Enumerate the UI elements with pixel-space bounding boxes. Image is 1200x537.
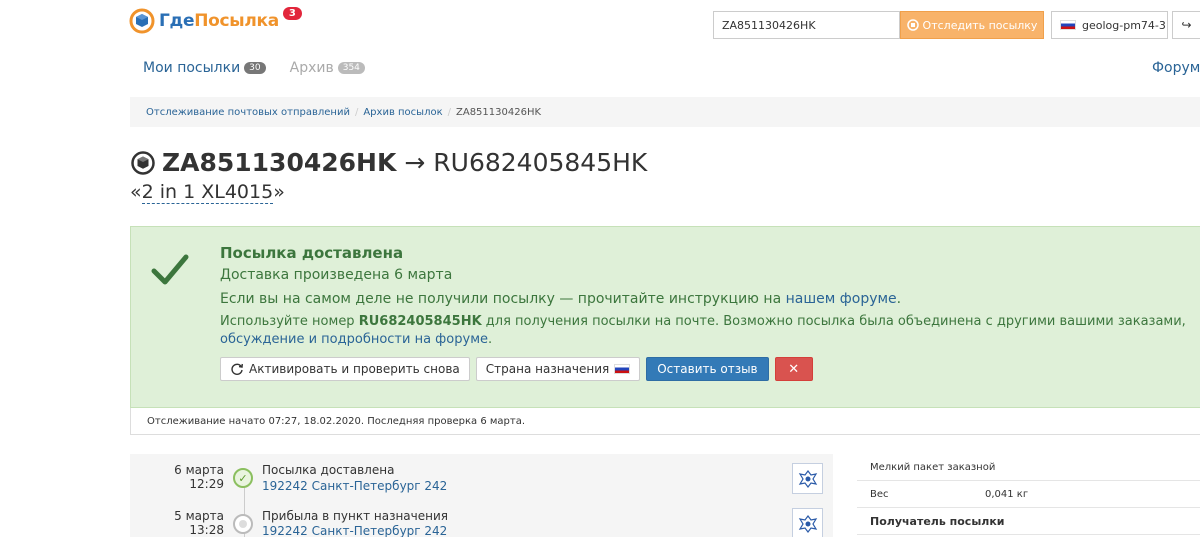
reactivate-label: Активировать и проверить снова — [249, 362, 460, 376]
user-menu-button[interactable]: geolog-pm74-3 — [1051, 11, 1168, 39]
breadcrumb-current: ZA851130426HK — [456, 106, 542, 118]
parcel-details: Мелкий пакет заказной Вес 0,041 кг Получ… — [857, 454, 1200, 535]
user-name: geolog-pm74-3 — [1082, 18, 1166, 32]
forum-instructions-link[interactable]: нашем форуме — [786, 291, 897, 307]
russian-post-logo-icon — [792, 508, 823, 537]
track-parcel-label: Отследить посылку — [922, 18, 1038, 32]
not-received-note: Если вы на самом деле не получили посылк… — [220, 287, 1195, 311]
parcel-weight: Вес 0,041 кг — [857, 481, 1200, 508]
pickup-text-prefix: Используйте номер — [220, 314, 355, 329]
my-parcels-count-badge: 30 — [244, 62, 266, 74]
refresh-icon — [231, 363, 243, 375]
forum-discussion-link[interactable]: обсуждение и подробности на форуме — [220, 332, 488, 347]
delivered-check-icon: ✓ — [233, 468, 253, 488]
breadcrumb-tracking[interactable]: Отслеживание почтовых отправлений — [146, 107, 350, 118]
event-title: Прибыла в пункт назначения — [262, 509, 448, 523]
destination-country-button[interactable]: Страна назначения — [475, 357, 641, 381]
quote-open: « — [130, 181, 142, 203]
tracking-number: ZA851130426HK — [162, 148, 397, 177]
destination-country-label: Страна назначения — [485, 362, 610, 376]
status-actions: Активировать и проверить снова Страна на… — [220, 357, 1195, 381]
nav-archive-label: Архив — [289, 60, 334, 76]
parcel-icon — [131, 150, 155, 175]
logout-button[interactable]: ↪ — [1172, 11, 1200, 39]
site-logo[interactable]: ГдеПосылка 3 — [129, 6, 302, 34]
breadcrumb: Отслеживание почтовых отправлений / Архи… — [130, 97, 1200, 127]
page-title: ZA851130426HK → RU682405845HK — [130, 148, 647, 177]
logo-text-part1: Где — [159, 11, 195, 31]
recipient-heading: Получатель посылки — [857, 508, 1200, 535]
tracking-events: 6 марта 12:29 ✓ Посылка доставлена 19224… — [130, 454, 833, 537]
nav-my-parcels-label: Мои посылки — [143, 60, 241, 76]
pending-dot-icon — [233, 514, 253, 534]
tracking-number-input[interactable] — [713, 11, 900, 39]
leave-review-button[interactable]: Оставить отзыв — [646, 357, 769, 381]
event-date: 6 марта 12:29 — [130, 463, 224, 491]
notification-badge[interactable]: 3 — [282, 6, 302, 20]
period: . — [488, 332, 493, 347]
list-item: 6 марта 12:29 ✓ Посылка доставлена 19224… — [130, 462, 833, 500]
parcel-icon — [906, 19, 919, 31]
logo-text-part2: Посылка — [194, 11, 279, 31]
delete-button[interactable]: ✕ — [774, 357, 813, 381]
breadcrumb-separator: / — [447, 106, 451, 118]
parcel-type: Мелкий пакет заказной — [857, 454, 1200, 481]
status-content: Посылка доставлена Доставка произведена … — [220, 243, 1195, 381]
archive-count-badge: 354 — [337, 62, 365, 74]
nav-my-parcels[interactable]: Мои посылки 30 — [143, 60, 266, 76]
delivered-date: Доставка произведена 6 марта — [220, 267, 453, 283]
weight-value: 0,041 кг — [985, 488, 1029, 500]
russia-flag-icon — [1060, 20, 1076, 30]
russian-post-logo-icon — [792, 463, 823, 494]
russia-flag-icon — [614, 364, 631, 374]
nav-forum-link[interactable]: Форум — [1152, 60, 1200, 76]
parcel-name-editable[interactable]: 2 in 1 XL4015 — [141, 181, 274, 204]
status-title: Посылка доставлена — [220, 244, 404, 262]
weight-label: Вес — [870, 488, 889, 500]
tracking-info: Отслеживание начато 07:27, 18.02.2020. П… — [130, 408, 1200, 435]
breadcrumb-archive[interactable]: Архив посылок — [363, 107, 442, 118]
event-time: 12:29 — [189, 477, 224, 491]
pickup-number: RU682405845HK — [358, 314, 482, 329]
logo-icon — [129, 8, 155, 34]
quote-close: » — [273, 181, 285, 203]
delivery-status-box: Посылка доставлена Доставка произведена … — [130, 226, 1200, 408]
event-place[interactable]: 192242 Санкт-Петербург 242 — [262, 524, 447, 537]
event-day: 5 марта — [174, 509, 224, 523]
event-day: 6 марта — [174, 463, 224, 477]
parcel-name: «2 in 1 XL4015» — [130, 181, 285, 204]
checkmark-icon — [151, 254, 189, 285]
logout-icon: ↪ — [1181, 18, 1192, 32]
event-place[interactable]: 192242 Санкт-Петербург 242 — [262, 479, 447, 494]
event-title: Посылка доставлена — [262, 463, 395, 477]
list-item: 5 марта 13:28 Прибыла в пункт назначения… — [130, 506, 833, 537]
logo-text: ГдеПосылка — [159, 11, 279, 31]
track-parcel-button[interactable]: Отследить посылку — [900, 11, 1044, 39]
main-nav: Мои посылки 30 Архив 354 — [143, 60, 389, 76]
period: . — [896, 291, 902, 307]
close-icon: ✕ — [788, 361, 800, 377]
pickup-note: Используйте номер RU682405845HK для полу… — [220, 313, 1195, 349]
event-date: 5 марта 13:28 — [130, 509, 224, 537]
reactivate-button[interactable]: Активировать и проверить снова — [220, 357, 470, 381]
pickup-text: для получения посылки на почте. Возможно… — [485, 314, 1186, 329]
alt-tracking-number: RU682405845HK — [433, 148, 648, 177]
event-time: 13:28 — [189, 523, 224, 537]
breadcrumb-separator: / — [354, 106, 359, 118]
not-received-text: Если вы на самом деле не получили посылк… — [220, 291, 782, 307]
nav-archive[interactable]: Архив 354 — [290, 60, 365, 76]
arrow-icon: → — [404, 148, 426, 177]
